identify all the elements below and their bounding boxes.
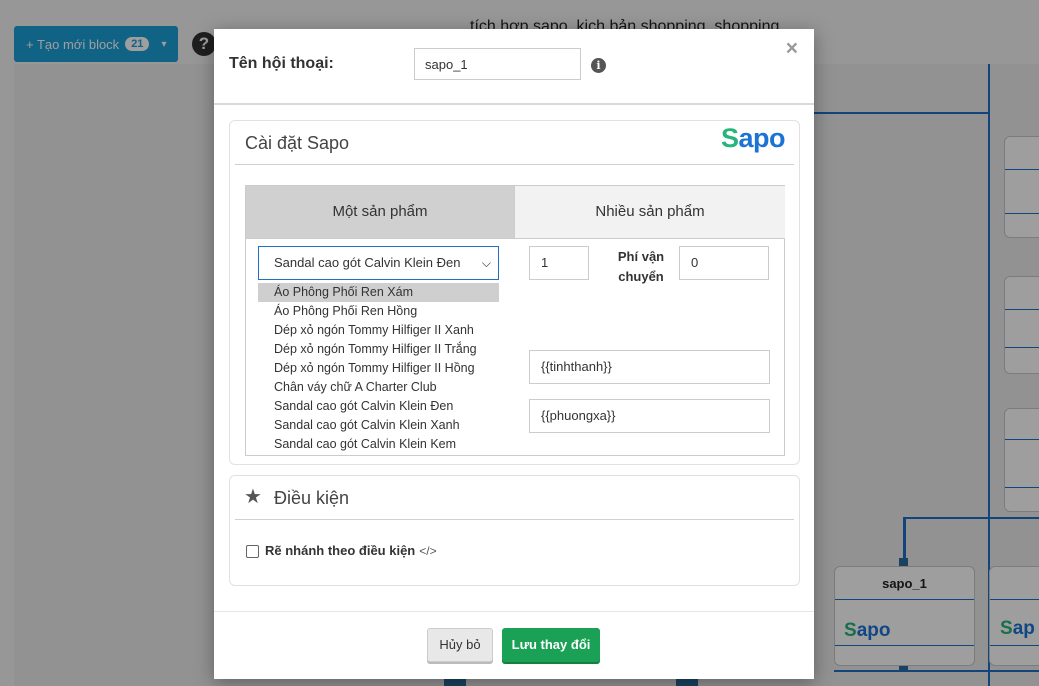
dropdown-option[interactable]: Dép xỏ ngón Tommy Hilfiger II Xanh [258,321,499,340]
product-select[interactable]: Sandal cao gót Calvin Klein Đen ⌵ [258,246,499,280]
modal-header: Tên hội thoại: i × [214,29,814,105]
dropdown-option[interactable]: Dép xỏ ngón Tommy Hilfiger II Trắng [258,340,499,359]
dropdown-option[interactable]: Sandal cao gót Calvin Klein Xanh [258,416,499,435]
save-button[interactable]: Lưu thay đổi [502,628,600,662]
info-icon[interactable]: i [591,58,606,73]
divider [235,164,794,165]
conversation-name-input[interactable] [414,48,581,80]
branch-condition-checkbox[interactable] [246,545,259,558]
sapo-logo: Sapo [720,123,786,153]
product-dropdown-list[interactable]: Áo Phông Phối Ren Xám Áo Phông Phối Ren … [258,283,499,455]
shipping-fee-label-line1: Phí vận [617,249,665,264]
panel-title: Điều kiện [274,488,350,508]
star-icon: ★ [244,486,262,508]
chevron-down-icon: ⌵ [481,256,491,270]
branch-condition-text: Rẽ nhánh theo điều kiện [265,543,416,558]
condition-panel: ★ Điều kiện Rẽ nhánh theo điều kiện </> [229,475,800,586]
tab-single-product[interactable]: Một sản phẩm [246,186,514,239]
conversation-settings-modal: Tên hội thoại: i × Cài đặt Sapo Sapo Một… [214,29,814,679]
shipping-fee-label-line2: chuyển [618,269,664,284]
dropdown-option[interactable]: Chân váy chữ A Charter Club [258,378,499,397]
conversation-name-label: Tên hội thoại: [229,55,334,72]
dropdown-option[interactable]: Dép xỏ ngón Tommy Hilfiger II Hồng [258,359,499,378]
shipping-fee-input[interactable]: 0 [679,246,769,280]
dropdown-option[interactable]: Áo Phông Phối Ren Hồng [258,302,499,321]
sapo-settings-panel: Cài đặt Sapo Sapo Một sản phẩm Nhiều sản… [229,120,800,465]
ward-input[interactable]: {{phuongxa}} [529,399,770,433]
close-icon[interactable]: × [786,37,798,61]
product-select-value: Sandal cao gót Calvin Klein Đen [274,255,461,270]
code-icon: </> [419,544,437,558]
city-input[interactable]: {{tinhthanh}} [529,350,770,384]
shipping-fee-label: Phí vận chuyển [609,247,673,287]
cancel-button[interactable]: Hủy bỏ [427,628,493,662]
product-tabs: Một sản phẩm Nhiều sản phẩm Sandal cao g… [245,185,785,456]
quantity-input[interactable]: 1 [529,246,589,280]
branch-condition-label[interactable]: Rẽ nhánh theo điều kiện </> [265,543,437,558]
tab-multiple-products[interactable]: Nhiều sản phẩm [514,186,785,239]
dropdown-option[interactable]: Sandal cao gót Calvin Klein Kem [258,435,499,454]
modal-footer: Hủy bỏ Lưu thay đổi [214,611,814,680]
dropdown-option[interactable]: Áo Phông Phối Ren Xám [258,283,499,302]
dropdown-option[interactable]: Sandal cao gót Calvin Klein Đen [258,397,499,416]
divider [235,519,794,520]
panel-title: Cài đặt Sapo [245,133,350,153]
